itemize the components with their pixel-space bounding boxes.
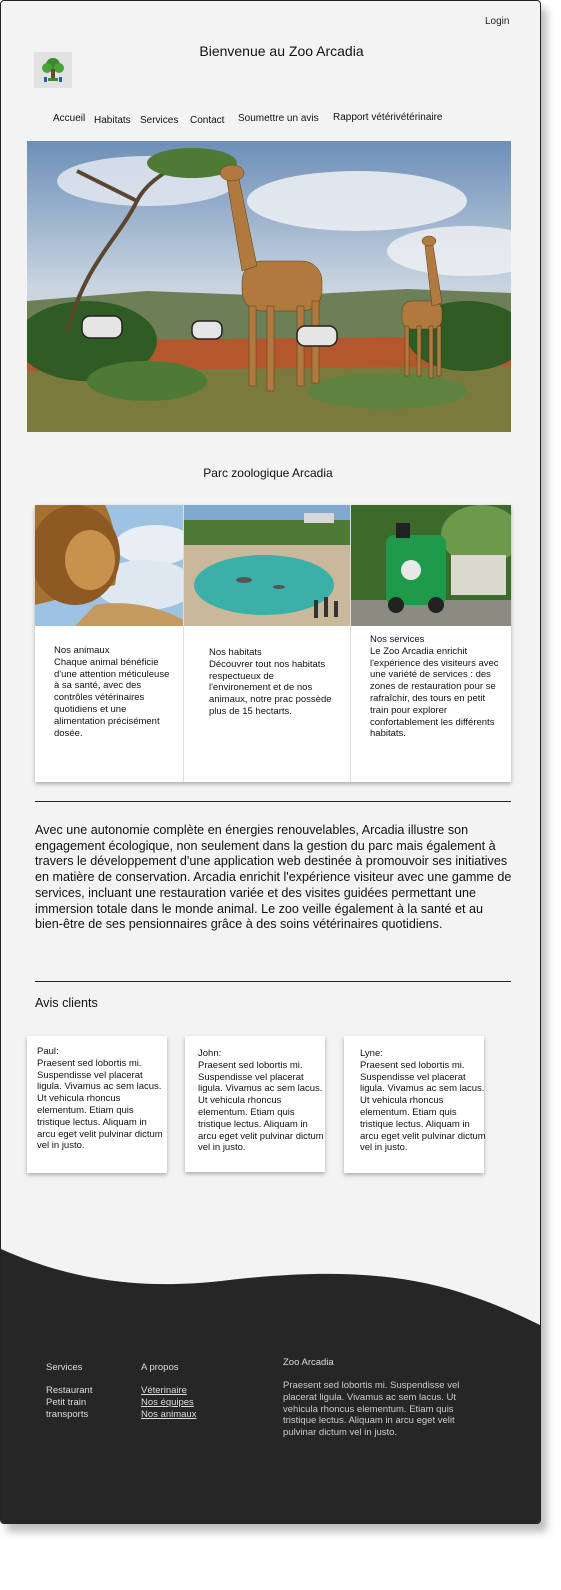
card-title: Nos services bbox=[370, 634, 425, 645]
nav-item-soumettre-avis[interactable]: Soumettre un avis bbox=[238, 113, 319, 124]
site-title: Bienvenue au Zoo Arcadia bbox=[199, 43, 364, 59]
nav-item-rapport-veterinaire[interactable]: Rapport vétérivétérinaire bbox=[333, 112, 443, 123]
review-text: Praesent sed lobortis mi. Suspendisse ve… bbox=[198, 1059, 324, 1154]
reviews-title: Avis clients bbox=[35, 996, 98, 1010]
review-card: Paul: Praesent sed lobortis mi. Suspendi… bbox=[27, 1036, 167, 1173]
habitat-pool-image bbox=[184, 505, 350, 626]
login-link[interactable]: Login bbox=[485, 16, 509, 27]
divider bbox=[35, 981, 511, 982]
footer-zoo-text: Praesent sed lobortis mi. Suspendisse ve… bbox=[283, 1380, 460, 1439]
nav-item-habitats[interactable]: Habitats bbox=[94, 115, 131, 126]
card-habitats[interactable]: Nos habitats Découvrer tout nos habitats… bbox=[184, 505, 351, 782]
review-card: Lyne: Praesent sed lobortis mi. Suspendi… bbox=[344, 1036, 486, 1173]
card-title: Nos habitats bbox=[209, 647, 262, 658]
footer-link-animaux[interactable]: Nos animaux bbox=[141, 1409, 196, 1421]
footer-zoo-title: Zoo Arcadia bbox=[283, 1357, 334, 1368]
about-paragraph: Avec une autonomie complète en énergies … bbox=[35, 823, 512, 932]
review-text: Praesent sed lobortis mi. Suspendisse ve… bbox=[360, 1059, 486, 1154]
lion-image bbox=[35, 505, 183, 626]
card-title: Nos animaux bbox=[54, 645, 110, 656]
feature-cards: Nos animaux Chaque animal bénéficie d'un… bbox=[35, 505, 511, 782]
review-author: Paul: bbox=[37, 1046, 59, 1057]
footer-link-transports[interactable]: transports bbox=[46, 1409, 88, 1421]
card-services[interactable]: Nos services Le Zoo Arcadia enrichit l'e… bbox=[351, 505, 511, 782]
footer-link-petit-train[interactable]: Petit train bbox=[46, 1397, 86, 1409]
card-animaux[interactable]: Nos animaux Chaque animal bénéficie d'un… bbox=[35, 505, 184, 782]
footer-services-title: Services bbox=[46, 1362, 83, 1373]
card-text: Découvrer tout nos habitats respectueux … bbox=[209, 658, 332, 717]
footer-link-restaurant[interactable]: Restaurant bbox=[46, 1385, 92, 1397]
footer: Services Restaurant Petit train transpor… bbox=[1, 1241, 540, 1523]
review-text: Praesent sed lobortis mi. Suspendisse ve… bbox=[37, 1057, 163, 1152]
footer-apropos-title: A propos bbox=[141, 1362, 179, 1373]
card-text: Chaque animal bénéficie d'une attention … bbox=[54, 656, 170, 739]
nav-item-services[interactable]: Services bbox=[140, 115, 178, 126]
review-author: John: bbox=[198, 1048, 222, 1059]
nav-item-accueil[interactable]: Accueil bbox=[53, 113, 85, 124]
giraffes-savanna-image bbox=[27, 141, 511, 432]
main-nav: Accueil Habitats Services Contact Soumet… bbox=[1, 112, 540, 133]
divider bbox=[35, 801, 511, 802]
footer-link-equipes[interactable]: Nos équipes bbox=[141, 1397, 194, 1409]
page-frame: Login Bienvenue au Zoo Arcadia Accueil H… bbox=[0, 0, 541, 1524]
card-text: Le Zoo Arcadia enrichit l'expérience des… bbox=[370, 645, 499, 740]
footer-link-veterinaire[interactable]: Véterinaire bbox=[141, 1385, 187, 1397]
green-train-image bbox=[351, 505, 511, 626]
review-card: John: Praesent sed lobortis mi. Suspendi… bbox=[185, 1036, 325, 1172]
review-author: Lyne: bbox=[360, 1048, 383, 1059]
nav-item-contact[interactable]: Contact bbox=[190, 115, 224, 126]
park-title: Parc zoologique Arcadia bbox=[203, 466, 333, 480]
